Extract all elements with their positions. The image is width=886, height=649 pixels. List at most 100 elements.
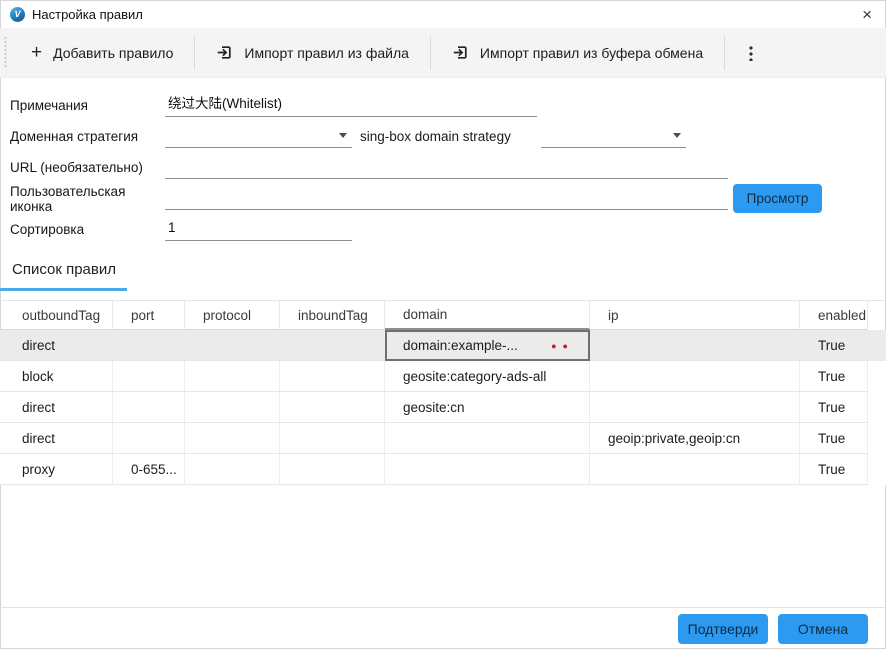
cell-value: proxy: [22, 462, 55, 477]
cell-enabled[interactable]: True: [800, 330, 868, 361]
cell-inboundTag[interactable]: [280, 423, 385, 454]
chevron-down-icon: [673, 133, 681, 138]
cell-enabled[interactable]: True: [800, 454, 868, 485]
remarks-input[interactable]: 绕过大陆(Whitelist): [165, 94, 537, 117]
add-rule-label: Добавить правило: [53, 45, 173, 61]
singbox-strategy-select[interactable]: [541, 125, 686, 148]
cell-outboundTag[interactable]: proxy: [0, 454, 113, 485]
column-header-domain[interactable]: domain: [385, 301, 590, 330]
url-input[interactable]: [165, 156, 728, 179]
confirm-button[interactable]: Подтверди: [678, 614, 768, 644]
rule-row[interactable]: direct domain:example-...●● True: [0, 330, 886, 361]
column-header-outboundTag[interactable]: outboundTag: [0, 301, 113, 330]
cell-port[interactable]: [113, 392, 185, 423]
rule-settings-dialog: { "window": { "title": "Настройка правил…: [0, 0, 886, 649]
cell-port[interactable]: [113, 361, 185, 392]
rule-row[interactable]: block geosite:category-ads-all True: [0, 361, 886, 392]
cell-domain[interactable]: geosite:category-ads-all: [385, 361, 590, 392]
cell-value: direct: [22, 431, 55, 446]
rule-row[interactable]: direct geoip:private,geoip:cn True: [0, 423, 886, 454]
tab-rule-list[interactable]: Список правил: [0, 259, 886, 280]
close-icon[interactable]: ×: [846, 6, 876, 23]
cell-value: direct: [22, 400, 55, 415]
import-icon: [452, 44, 469, 61]
sort-input[interactable]: 1: [165, 218, 352, 241]
add-rule-button[interactable]: + Добавить правило: [10, 28, 194, 77]
domain-strategy-select[interactable]: [165, 125, 352, 148]
more-options-button[interactable]: [725, 28, 777, 77]
column-header-enabled[interactable]: enabled: [800, 301, 868, 330]
cell-ip[interactable]: [590, 330, 800, 361]
tab-active-indicator: [0, 288, 127, 291]
cell-inboundTag[interactable]: [280, 454, 385, 485]
column-header-protocol[interactable]: protocol: [185, 301, 280, 330]
custom-icon-input[interactable]: [165, 187, 728, 210]
cell-enabled[interactable]: True: [800, 423, 868, 454]
app-logo-icon: V: [10, 7, 25, 22]
row-gutter: [868, 392, 886, 423]
cell-ip[interactable]: geoip:private,geoip:cn: [590, 423, 800, 454]
column-header-inboundTag[interactable]: inboundTag: [280, 301, 385, 330]
import-rules-clipboard-button[interactable]: Импорт правил из буфера обмена: [431, 28, 724, 77]
cell-value: True: [818, 462, 845, 477]
cell-domain[interactable]: [385, 454, 590, 485]
cell-enabled[interactable]: True: [800, 392, 868, 423]
chevron-down-icon: [339, 133, 347, 138]
cell-value: block: [22, 369, 54, 384]
rule-form: Примечания 绕过大陆(Whitelist) Доменная стра…: [0, 78, 886, 245]
cell-domain[interactable]: domain:example-...●●: [385, 330, 590, 361]
cell-inboundTag[interactable]: [280, 361, 385, 392]
cell-ip[interactable]: [590, 361, 800, 392]
cell-domain[interactable]: [385, 423, 590, 454]
plus-icon: +: [31, 43, 42, 62]
import-file-label: Импорт правил из файла: [244, 45, 409, 61]
browse-button[interactable]: Просмотр: [733, 184, 822, 213]
cell-protocol[interactable]: [185, 361, 280, 392]
custom-icon-label: Пользовательская иконка: [10, 184, 165, 214]
cell-protocol[interactable]: [185, 423, 280, 454]
cell-inboundTag[interactable]: [280, 330, 385, 361]
cell-enabled[interactable]: True: [800, 361, 868, 392]
url-label: URL (необязательно): [10, 160, 165, 175]
cell-value: True: [818, 369, 845, 384]
footer-bar: Подтверди Отмена: [0, 607, 886, 649]
column-header-port[interactable]: port: [113, 301, 185, 330]
rules-table: outboundTagportprotocolinboundTagdomaini…: [0, 300, 886, 485]
remarks-label: Примечания: [10, 98, 165, 113]
row-gutter: [868, 330, 886, 361]
cell-port[interactable]: [113, 330, 185, 361]
rule-row[interactable]: proxy 0-655... True: [0, 454, 886, 485]
kebab-menu-icon: [749, 45, 753, 61]
cell-port[interactable]: 0-655...: [113, 454, 185, 485]
row-gutter: [868, 423, 886, 454]
titlebar: V Настройка правил ×: [0, 0, 886, 28]
cell-value: True: [818, 431, 845, 446]
cell-port[interactable]: [113, 423, 185, 454]
cell-value: geoip:private,geoip:cn: [608, 431, 740, 446]
cell-value: direct: [22, 338, 55, 353]
row-gutter: [868, 361, 886, 392]
cell-ip[interactable]: [590, 454, 800, 485]
cell-value: True: [818, 338, 845, 353]
cell-outboundTag[interactable]: direct: [0, 423, 113, 454]
domain-strategy-label: Доменная стратегия: [10, 129, 165, 144]
column-header-ip[interactable]: ip: [590, 301, 800, 330]
cell-ip[interactable]: [590, 392, 800, 423]
table-body: direct domain:example-...●● True block geosi…: [0, 330, 886, 485]
row-gutter: [868, 454, 886, 485]
cell-protocol[interactable]: [185, 330, 280, 361]
import-clipboard-label: Импорт правил из буфера обмена: [480, 45, 703, 61]
cell-inboundTag[interactable]: [280, 392, 385, 423]
rule-row[interactable]: direct geosite:cn True: [0, 392, 886, 423]
cancel-button[interactable]: Отмена: [778, 614, 868, 644]
singbox-strategy-label: sing-box domain strategy: [360, 129, 511, 144]
cell-protocol[interactable]: [185, 392, 280, 423]
cell-outboundTag[interactable]: block: [0, 361, 113, 392]
import-rules-file-button[interactable]: Импорт правил из файла: [195, 28, 430, 77]
cell-outboundTag[interactable]: direct: [0, 392, 113, 423]
toolbar-grip: [4, 36, 7, 69]
cell-domain[interactable]: geosite:cn: [385, 392, 590, 423]
cell-protocol[interactable]: [185, 454, 280, 485]
cell-outboundTag[interactable]: direct: [0, 330, 113, 361]
import-icon: [216, 44, 233, 61]
